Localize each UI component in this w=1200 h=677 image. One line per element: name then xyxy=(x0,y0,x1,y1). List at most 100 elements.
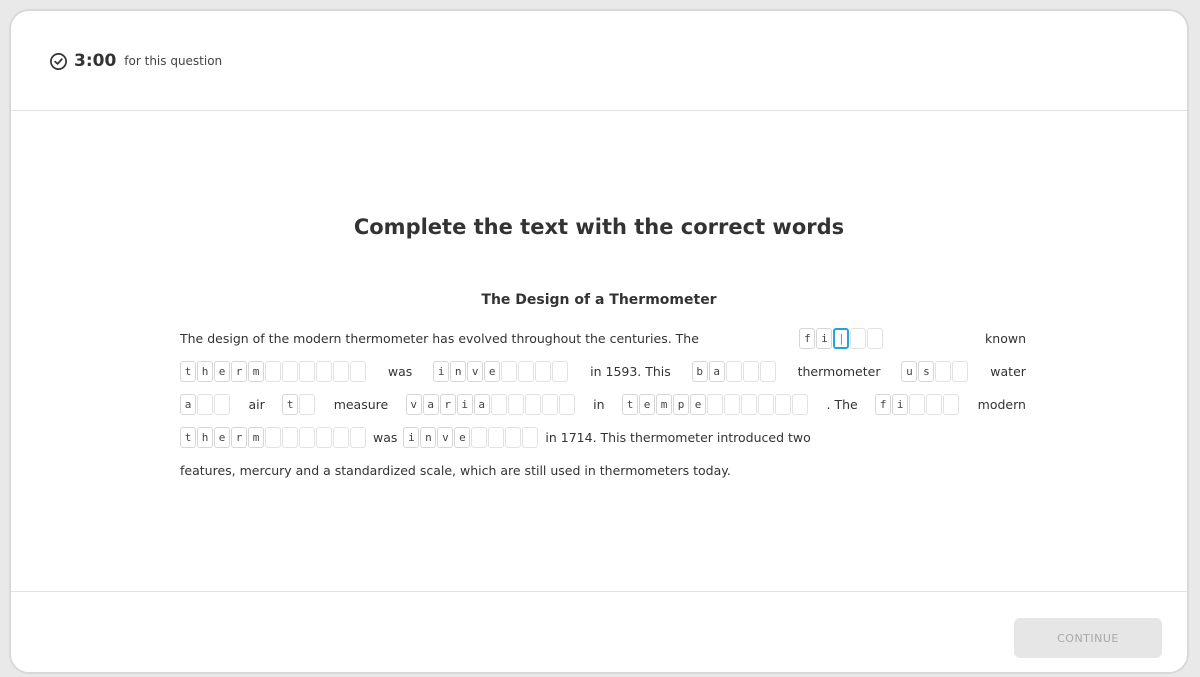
given-letter-box: m xyxy=(656,394,673,415)
letter-input[interactable] xyxy=(775,394,792,415)
passage-text: in 1593. This xyxy=(590,364,671,379)
given-letter-box: h xyxy=(197,427,213,448)
letter-input[interactable] xyxy=(926,394,943,415)
letter-input[interactable] xyxy=(707,394,724,415)
given-letter-box: e xyxy=(690,394,707,415)
letter-input[interactable] xyxy=(943,394,960,415)
given-letter-box: u xyxy=(901,361,918,382)
given-letter-box: i xyxy=(816,328,833,349)
letter-input[interactable] xyxy=(724,394,741,415)
letter-input[interactable] xyxy=(524,394,541,415)
letter-input[interactable] xyxy=(282,427,298,448)
passage-text: modern xyxy=(977,397,1026,412)
given-letter-box: t xyxy=(180,427,196,448)
letter-input[interactable] xyxy=(742,361,759,382)
timer-value: 3:00 xyxy=(74,51,117,71)
word-blank: a xyxy=(180,394,231,415)
letter-input[interactable] xyxy=(350,361,366,382)
letter-input[interactable] xyxy=(909,394,926,415)
passage-text: in xyxy=(593,397,605,412)
passage-text: air xyxy=(248,397,265,412)
given-letter-box: p xyxy=(673,394,690,415)
given-letter-box: t xyxy=(180,361,196,382)
passage-text: features, mercury and a standardized sca… xyxy=(180,463,731,478)
passage-text: was xyxy=(387,364,413,379)
given-letter-box: n xyxy=(450,361,467,382)
letter-input[interactable] xyxy=(316,427,332,448)
given-letter-box: h xyxy=(197,361,213,382)
letter-input[interactable] xyxy=(507,394,524,415)
letter-input[interactable] xyxy=(350,427,366,448)
clock-icon xyxy=(50,52,67,70)
letter-input[interactable] xyxy=(522,427,539,448)
letter-input-active[interactable]: | xyxy=(833,328,850,349)
letter-input[interactable] xyxy=(552,361,569,382)
word-blank: therm xyxy=(180,427,367,448)
continue-button[interactable]: CONTINUE xyxy=(1014,618,1162,658)
passage-line: The design of the modern thermometer has… xyxy=(180,322,1026,355)
given-letter-box: a xyxy=(180,394,196,415)
word-blank: therm xyxy=(180,361,367,382)
letter-input[interactable] xyxy=(759,361,776,382)
given-letter-box: a xyxy=(708,361,725,382)
letter-input[interactable] xyxy=(867,328,884,349)
letter-input[interactable] xyxy=(952,361,969,382)
letter-input[interactable] xyxy=(265,361,281,382)
word-blank: t xyxy=(282,394,316,415)
letter-input[interactable] xyxy=(935,361,952,382)
given-letter-box: m xyxy=(248,361,264,382)
letter-input[interactable] xyxy=(299,361,315,382)
passage-line: a air t measure v a r i a in t e m p e. The f i modern xyxy=(180,388,1026,421)
letter-input[interactable] xyxy=(471,427,488,448)
letter-input[interactable] xyxy=(282,361,298,382)
letter-input[interactable] xyxy=(265,427,281,448)
given-letter-box: r xyxy=(231,427,247,448)
letter-input[interactable] xyxy=(725,361,742,382)
passage-line: t h e r m was i n v e in 1714. This thermometer in… xyxy=(180,421,1026,454)
question-card: 3:00 for this question Complete the text… xyxy=(9,9,1189,674)
letter-input[interactable] xyxy=(299,394,316,415)
passage-text: known xyxy=(985,331,1026,346)
given-letter-box: f xyxy=(799,328,816,349)
passage-title: The Design of a Thermometer xyxy=(481,292,717,308)
passage: The design of the modern thermometer has… xyxy=(180,322,1026,487)
passage-text: The design of the modern thermometer has… xyxy=(180,331,699,346)
question-title: Complete the text with the correct words xyxy=(353,215,845,239)
letter-input[interactable] xyxy=(518,361,535,382)
given-letter-box: a xyxy=(473,394,490,415)
letter-input[interactable] xyxy=(197,394,213,415)
word-blank: fi xyxy=(875,394,960,415)
letter-input[interactable] xyxy=(792,394,809,415)
passage-text: . The xyxy=(826,397,858,412)
given-letter-box: v xyxy=(405,394,422,415)
given-letter-box: f xyxy=(875,394,892,415)
given-letter-box: r xyxy=(231,361,247,382)
passage-text: measure xyxy=(333,397,389,412)
letter-input[interactable] xyxy=(535,361,552,382)
letter-input[interactable] xyxy=(758,394,775,415)
letter-input[interactable] xyxy=(501,361,518,382)
letter-input[interactable] xyxy=(490,394,507,415)
letter-input[interactable] xyxy=(741,394,758,415)
given-letter-box: m xyxy=(248,427,264,448)
given-letter-box: i xyxy=(403,427,420,448)
given-letter-box: i xyxy=(456,394,473,415)
letter-input[interactable] xyxy=(316,361,332,382)
passage-line: features, mercury and a standardized sca… xyxy=(180,454,1026,487)
word-blank: inve xyxy=(433,361,569,382)
letter-input[interactable] xyxy=(850,328,867,349)
letter-input[interactable] xyxy=(488,427,505,448)
given-letter-box: i xyxy=(433,361,450,382)
given-letter-box: e xyxy=(454,427,471,448)
top-bar: 3:00 for this question xyxy=(11,11,1187,111)
given-letter-box: b xyxy=(691,361,708,382)
letter-input[interactable] xyxy=(214,394,230,415)
letter-input[interactable] xyxy=(558,394,575,415)
letter-input[interactable] xyxy=(299,427,315,448)
letter-input[interactable] xyxy=(333,427,349,448)
given-letter-box: t xyxy=(282,394,299,415)
given-letter-box: s xyxy=(918,361,935,382)
letter-input[interactable] xyxy=(541,394,558,415)
letter-input[interactable] xyxy=(333,361,349,382)
letter-input[interactable] xyxy=(505,427,522,448)
